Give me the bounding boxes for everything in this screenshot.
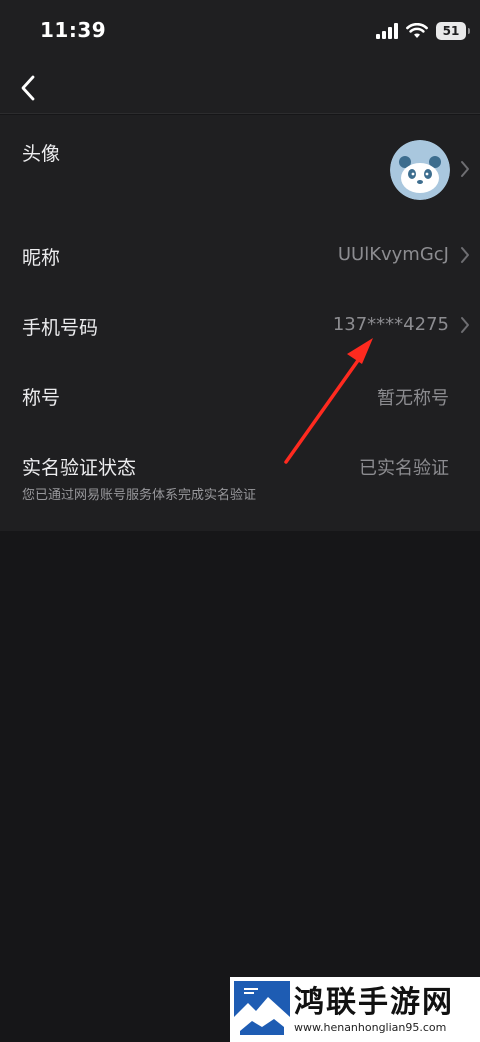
watermark-title: 鸿联手游网 <box>294 984 454 1020</box>
verification-row: 实名验证状态 已实名验证 您已通过网易账号服务体系完成实名验证 <box>0 430 480 531</box>
status-bar: 11:39 51 <box>0 0 480 62</box>
phone-value: 137****4275 <box>332 314 449 335</box>
verification-note: 您已通过网易账号服务体系完成实名验证 <box>22 488 257 503</box>
profile-settings-list: 头像 昵称 UUlKvymGcJ 手机号码 137****4275 称号 暂无称… <box>0 115 480 531</box>
title-label: 称号 <box>22 387 61 409</box>
verification-label: 实名验证状态 <box>22 457 137 479</box>
battery-icon: 51 <box>436 22 470 40</box>
chevron-right-icon <box>461 161 469 177</box>
avatar-label: 头像 <box>22 143 61 165</box>
verification-value: 已实名验证 <box>359 458 449 479</box>
title-row: 称号 暂无称号 <box>0 360 480 430</box>
nav-bar <box>0 62 480 114</box>
watermark-logo <box>234 980 290 1039</box>
chevron-right-icon <box>461 317 469 333</box>
avatar-row[interactable]: 头像 <box>0 115 480 220</box>
nickname-row[interactable]: 昵称 UUlKvymGcJ <box>0 220 480 290</box>
nickname-label: 昵称 <box>22 247 61 269</box>
back-button[interactable] <box>8 68 48 108</box>
nickname-value: UUlKvymGcJ <box>337 244 449 265</box>
watermark: 鸿联手游网 www.henanhonglian95.com <box>230 977 480 1042</box>
wifi-icon <box>406 23 428 38</box>
watermark-url: www.henanhonglian95.com <box>294 1020 447 1034</box>
phone-row[interactable]: 手机号码 137****4275 <box>0 290 480 360</box>
battery-level: 51 <box>442 24 460 38</box>
battery-cap <box>468 28 470 34</box>
screen: 11:39 51 头像 昵称 UUlKvymGcJ 手机号码 137****42… <box>0 0 480 1042</box>
title-value: 暂无称号 <box>377 388 449 409</box>
phone-label: 手机号码 <box>22 317 99 339</box>
watermark-text: 鸿联手游网 www.henanhonglian95.com <box>294 985 454 1035</box>
status-icons: 51 <box>376 20 470 42</box>
chevron-right-icon <box>461 247 469 263</box>
signal-icon <box>376 23 398 39</box>
panda-avatar-icon <box>390 140 450 200</box>
chevron-left-icon <box>21 75 35 101</box>
status-time: 11:39 <box>40 18 107 42</box>
avatar <box>390 140 450 200</box>
